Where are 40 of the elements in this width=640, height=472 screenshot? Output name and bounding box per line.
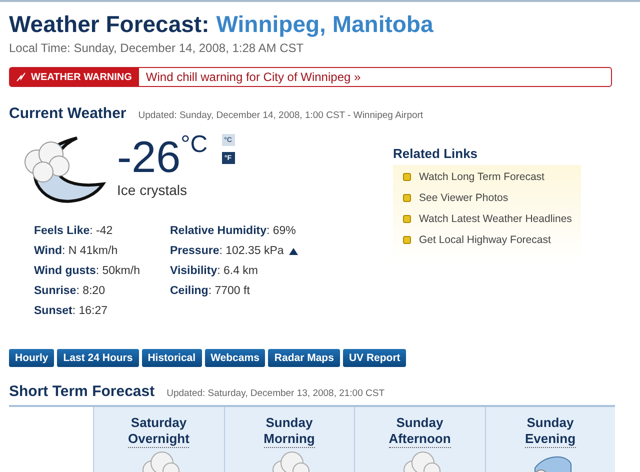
- stat-text: Visibility: 6.4 km: [170, 264, 258, 279]
- page-title: Weather Forecast:: [9, 10, 210, 38]
- location-title: Winnipeg, Manitoba: [216, 10, 434, 38]
- nav-button[interactable]: Hourly: [9, 349, 54, 367]
- period-name[interactable]: Morning: [264, 431, 315, 448]
- warning-label: WEATHER WARNING: [31, 72, 132, 82]
- section-heading: Current Weather: [9, 105, 126, 122]
- stat-text: Feels Like: -42: [34, 224, 113, 239]
- condition: Ice crystals: [117, 182, 188, 198]
- stat-text: Pressure: 102.35 kPa: [170, 244, 284, 259]
- local-time: Local Time: Sunday, December 14, 2008, 1:28 AM CST: [9, 41, 305, 55]
- stat-text: Wind: N 41km/h: [34, 244, 118, 259]
- period-name[interactable]: Afternoon: [388, 431, 451, 448]
- period-name[interactable]: Evening: [524, 431, 576, 448]
- related-link[interactable]: Watch Long Term Forecast: [419, 171, 544, 183]
- nav-button[interactable]: Last 24 Hours: [57, 349, 139, 367]
- period-day: Sunday: [388, 415, 451, 431]
- stat-text: Ceiling: 7700 ft: [170, 284, 250, 299]
- temperature-unit: °C: [180, 132, 208, 158]
- nav-button[interactable]: Radar Maps: [268, 349, 340, 367]
- period-day: Saturday: [128, 415, 190, 431]
- nav-button[interactable]: Historical: [142, 349, 202, 367]
- warning-link[interactable]: Wind chill warning for City of Winnipeg »: [138, 68, 361, 86]
- updated-time: Updated: Saturday, December 13, 2008, 21:00 CST: [166, 388, 385, 399]
- related-link[interactable]: See Viewer Photos: [419, 192, 508, 204]
- stat-text: Sunrise: 8:20: [34, 284, 105, 299]
- section-heading: Short Term Forecast: [9, 383, 155, 400]
- stat-text: Relative Humidity: 69%: [170, 224, 296, 239]
- nav-button[interactable]: Webcams: [204, 349, 266, 367]
- temperature: -26: [117, 136, 181, 180]
- period-day: Sunday: [524, 415, 576, 431]
- period-day: Sunday: [264, 415, 315, 431]
- nav-button[interactable]: UV Report: [342, 349, 406, 367]
- stat-text: Wind gusts: 50km/h: [34, 264, 140, 279]
- related-link[interactable]: Get Local Highway Forecast: [419, 234, 551, 246]
- stat-text: Sunset: 16:27: [34, 304, 108, 319]
- related-link[interactable]: Watch Latest Weather Headlines: [419, 213, 572, 225]
- links-heading: Related Links: [393, 146, 479, 161]
- period-name[interactable]: Overnight: [128, 431, 190, 448]
- updated-time: Updated: Sunday, December 14, 2008, 1:00 CST - Winnipeg Airport: [138, 110, 424, 121]
